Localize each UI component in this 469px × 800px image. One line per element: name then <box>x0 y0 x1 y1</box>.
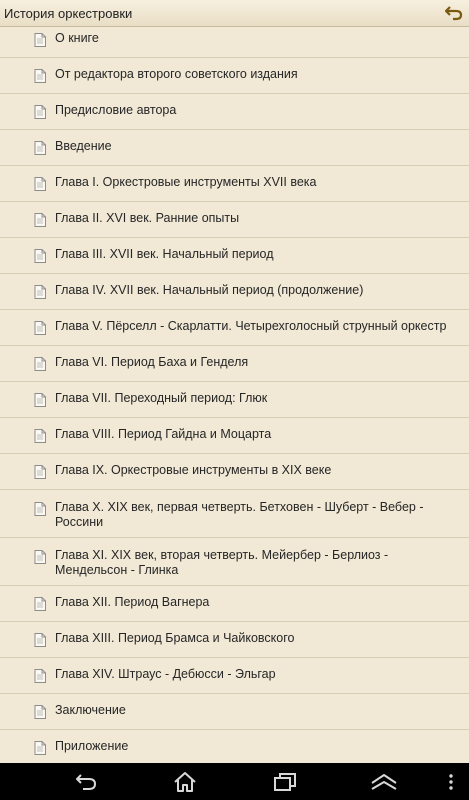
list-item[interactable]: Глава II. XVI век. Ранние опыты <box>0 202 469 238</box>
chapter-title: Глава I. Оркестровые инструменты XVII ве… <box>55 175 317 189</box>
more-options-icon <box>449 774 453 790</box>
document-icon <box>34 141 46 155</box>
list-item[interactable]: Глава I. Оркестровые инструменты XVII ве… <box>0 166 469 202</box>
list-item[interactable]: Глава XII. Период Вагнера <box>0 586 469 622</box>
chapter-title: Глава IX. Оркестровые инструменты в XIX … <box>55 463 332 477</box>
list-item[interactable]: Заключение <box>0 694 469 730</box>
document-icon <box>34 597 46 611</box>
chapter-title: Предисловие автора <box>55 103 177 117</box>
list-item[interactable]: Глава XI. XIX век, вторая четверть. Мейе… <box>0 538 469 586</box>
chapter-title: Глава IV. XVII век. Начальный период (пр… <box>55 283 364 297</box>
list-item[interactable]: Предисловие автора <box>0 94 469 130</box>
document-icon <box>34 705 46 719</box>
chapter-title: Глава XI. XIX век, вторая четверть. Мейе… <box>55 548 389 577</box>
nav-home-button[interactable] <box>171 769 199 795</box>
list-item[interactable]: Введение <box>0 130 469 166</box>
chapter-title: Глава VIII. Период Гайдна и Моцарта <box>55 427 272 441</box>
list-item[interactable]: Глава IX. Оркестровые инструменты в XIX … <box>0 454 469 490</box>
document-icon <box>34 393 46 407</box>
list-item[interactable]: Глава IV. XVII век. Начальный период (пр… <box>0 274 469 310</box>
document-icon <box>34 741 46 755</box>
back-button[interactable] <box>443 3 465 23</box>
list-item[interactable]: Приложение <box>0 730 469 766</box>
document-icon <box>34 105 46 119</box>
document-icon <box>34 429 46 443</box>
list-item[interactable]: О книге <box>0 22 469 58</box>
chapter-title: Глава XIII. Период Брамса и Чайковского <box>55 631 295 645</box>
chapter-list: О книге От редактора второго советского … <box>0 22 469 766</box>
chapter-title: Глава III. XVII век. Начальный период <box>55 247 274 261</box>
chapter-title: Глава X. XIX век, первая четверть. Бетхо… <box>55 500 424 529</box>
list-item[interactable]: Глава V. Пёрселл - Скарлатти. Четырехгол… <box>0 310 469 346</box>
document-icon <box>34 357 46 371</box>
nav-menu-up-button[interactable] <box>370 769 398 795</box>
chapter-title: Приложение <box>55 739 129 753</box>
chapter-title: Глава XIV. Штраус - Дебюсси - Эльгар <box>55 667 276 681</box>
menu-up-icon <box>371 774 397 790</box>
document-icon <box>34 177 46 191</box>
document-icon <box>34 321 46 335</box>
page-title: История оркестровки <box>4 6 133 21</box>
list-item[interactable]: Глава VII. Переходный период: Глюк <box>0 382 469 418</box>
home-icon <box>174 772 196 792</box>
list-item[interactable]: Глава III. XVII век. Начальный период <box>0 238 469 274</box>
app-screen: История оркестровки О книге От редактора… <box>0 0 469 800</box>
document-icon <box>34 213 46 227</box>
chapter-title: Глава XII. Период Вагнера <box>55 595 210 609</box>
document-icon <box>34 249 46 263</box>
nav-back-button[interactable] <box>72 769 100 795</box>
chapter-title: Глава II. XVI век. Ранние опыты <box>55 211 240 225</box>
list-item[interactable]: Глава VI. Период Баха и Генделя <box>0 346 469 382</box>
system-nav-bar <box>0 763 469 800</box>
back-icon <box>76 774 97 790</box>
back-arrow-icon <box>445 6 463 21</box>
document-icon <box>34 33 46 47</box>
list-item[interactable]: Глава VIII. Период Гайдна и Моцарта <box>0 418 469 454</box>
nav-recent-apps-button[interactable] <box>271 769 299 795</box>
document-icon <box>34 285 46 299</box>
chapter-title: Глава VII. Переходный период: Глюк <box>55 391 268 405</box>
chapter-title: Введение <box>55 139 112 153</box>
document-icon <box>34 669 46 683</box>
document-icon <box>34 550 46 564</box>
chapter-title: Заключение <box>55 703 126 717</box>
list-item[interactable]: От редактора второго советского издания <box>0 58 469 94</box>
recent-apps-icon <box>274 773 296 791</box>
chapter-title: Глава V. Пёрселл - Скарлатти. Четырехгол… <box>55 319 447 333</box>
list-item[interactable]: Глава XIV. Штраус - Дебюсси - Эльгар <box>0 658 469 694</box>
document-icon <box>34 633 46 647</box>
document-icon <box>34 502 46 516</box>
chapter-title: О книге <box>55 31 99 45</box>
list-item[interactable]: Глава XIII. Период Брамса и Чайковского <box>0 622 469 658</box>
list-item[interactable]: Глава X. XIX век, первая четверть. Бетхо… <box>0 490 469 538</box>
document-icon <box>34 69 46 83</box>
chapter-title: Глава VI. Период Баха и Генделя <box>55 355 249 369</box>
nav-more-options-button[interactable] <box>441 769 461 795</box>
document-icon <box>34 465 46 479</box>
chapter-title: От редактора второго советского издания <box>55 67 298 81</box>
